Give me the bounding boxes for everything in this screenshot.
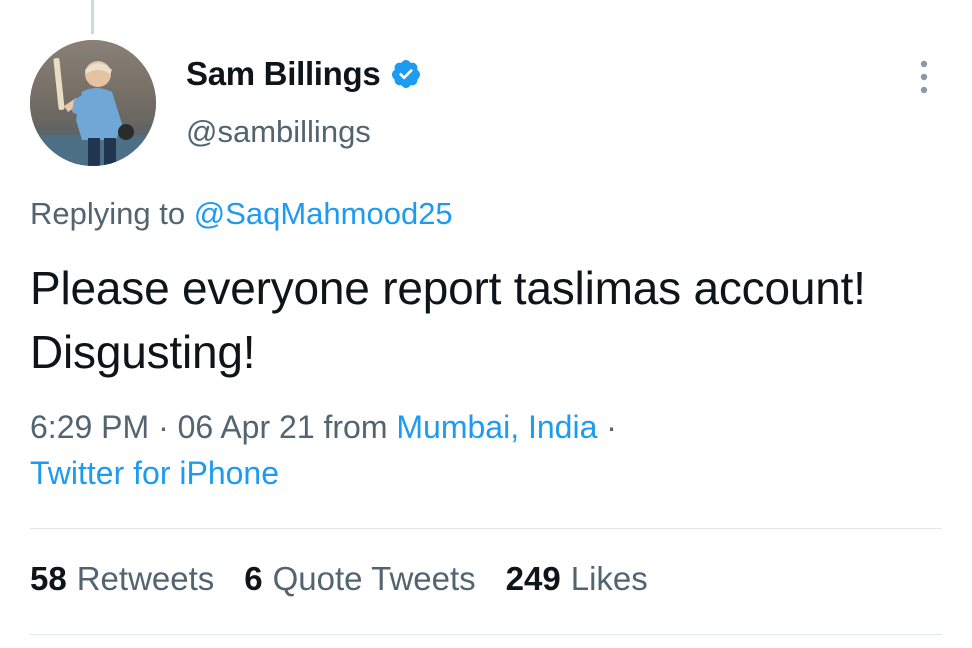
divider-bottom <box>30 634 942 635</box>
likes-count: 249 <box>505 560 561 597</box>
tweet-location-link[interactable]: Mumbai, India <box>396 409 597 445</box>
meta-separator: · <box>158 409 178 445</box>
tweet-date[interactable]: 06 Apr 21 <box>178 409 315 445</box>
quote-tweets-stat[interactable]: 6 Quote Tweets <box>244 560 475 598</box>
meta-separator: · <box>606 409 617 445</box>
engagement-stats: 58 Retweets 6 Quote Tweets 249 Likes <box>30 560 648 598</box>
quote-tweets-label: Quote Tweets <box>272 560 476 597</box>
author-name-row[interactable]: Sam Billings <box>186 52 422 96</box>
verified-badge-icon <box>392 60 421 88</box>
tweet-metadata: 6:29 PM · 06 Apr 21 from Mumbai, India ·… <box>30 404 930 496</box>
likes-label: Likes <box>570 560 648 597</box>
cricketer-avatar-photo <box>30 40 156 166</box>
from-word: from <box>323 409 388 445</box>
divider-top <box>30 528 942 529</box>
replying-to-line: Replying to @SaqMahmood25 <box>30 196 453 232</box>
more-options-icon[interactable] <box>914 60 934 94</box>
thread-connector-line <box>91 0 94 34</box>
retweets-label: Retweets <box>76 560 215 597</box>
likes-stat[interactable]: 249 Likes <box>506 560 648 598</box>
tweet-text: Please everyone report taslimas account!… <box>30 262 866 378</box>
tweet-source-link[interactable]: Twitter for iPhone <box>30 455 279 491</box>
avatar[interactable] <box>30 40 156 166</box>
author-handle[interactable]: @sambillings <box>186 114 371 150</box>
tweet-time[interactable]: 6:29 PM <box>30 409 149 445</box>
retweets-count: 58 <box>30 560 67 597</box>
replying-to-prefix: Replying to <box>30 196 186 231</box>
retweets-stat[interactable]: 58 Retweets <box>30 560 214 598</box>
author-display-name[interactable]: Sam Billings <box>186 55 381 93</box>
quote-tweets-count: 6 <box>244 560 263 597</box>
reply-to-handle-link[interactable]: @SaqMahmood25 <box>194 196 453 231</box>
